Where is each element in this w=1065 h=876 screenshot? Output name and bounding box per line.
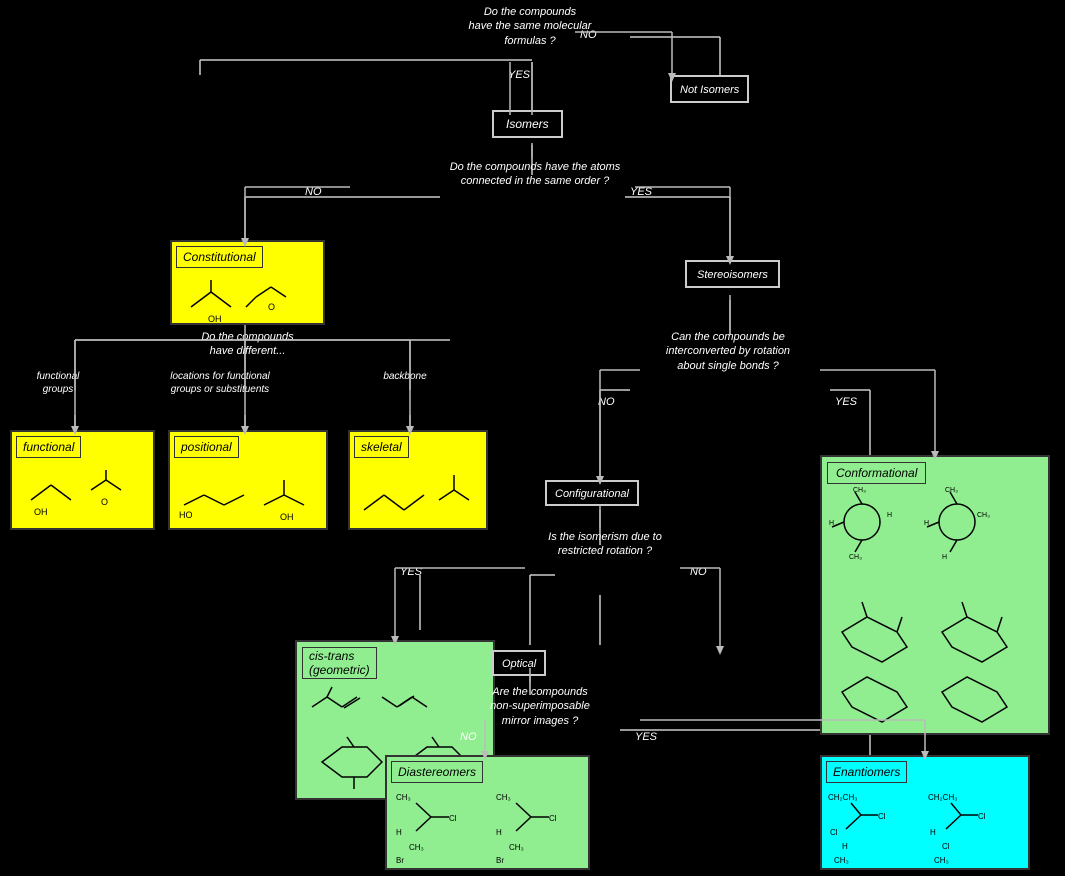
skeletal-card: skeletal <box>348 430 488 530</box>
question-4: Is the isomerism due to restricted rotat… <box>510 530 700 559</box>
no-label-q4: NO <box>690 565 707 579</box>
svg-text:CH₃: CH₃ <box>834 856 849 865</box>
svg-text:Br: Br <box>396 856 404 865</box>
functional-molecule: OH O <box>16 460 146 530</box>
svg-text:CH₃: CH₃ <box>853 487 866 494</box>
yes-label-q3: YES <box>835 395 857 409</box>
svg-text:CH₃: CH₃ <box>934 856 949 865</box>
svg-text:HO: HO <box>179 510 193 520</box>
no-label-q2: NO <box>305 185 322 199</box>
backbone-label: backbone <box>365 370 445 383</box>
svg-text:OH: OH <box>34 507 48 517</box>
enantiomers-molecule: CH₂CH₃ Cl Cl H CH₃ CH₂CH₃ Cl H Cl CH₃ <box>826 785 1024 867</box>
svg-text:H: H <box>842 842 848 851</box>
yes-label-q4: YES <box>400 565 422 579</box>
svg-text:CH₃: CH₃ <box>496 793 511 802</box>
constitutional-card: Constitutional OH O <box>170 240 325 325</box>
optical-box: Optical <box>492 650 546 676</box>
svg-text:H: H <box>942 554 947 561</box>
svg-text:Cl: Cl <box>449 814 457 823</box>
flowchart: Do the compounds have the same molecular… <box>0 0 1065 876</box>
functional-groups-label: functional groups <box>18 370 98 396</box>
svg-text:OH: OH <box>208 314 222 324</box>
svg-text:Cl: Cl <box>878 812 886 821</box>
svg-text:H: H <box>496 828 502 837</box>
constitutional-molecule: OH O <box>176 272 316 327</box>
not-isomers-box: Not Isomers <box>670 75 749 103</box>
svg-text:CH₃: CH₃ <box>977 512 990 519</box>
functional-card: functional OH O <box>10 430 155 530</box>
question-3: Can the compounds be interconverted by r… <box>628 330 828 373</box>
stereoisomers-box: Stereoisomers <box>685 260 780 288</box>
svg-text:Cl: Cl <box>978 812 986 821</box>
enantiomers-card: Enantiomers CH₂CH₃ Cl Cl H CH₃ CH₂CH₃ Cl… <box>820 755 1030 870</box>
yes-label-q2: YES <box>630 185 652 199</box>
no-label-q3: NO <box>598 395 615 409</box>
svg-text:H: H <box>930 828 936 837</box>
diastereomers-card: Diastereomers CH₃ Cl H CH₃ Br CH₃ Cl H C… <box>385 755 590 870</box>
svg-text:Br: Br <box>496 856 504 865</box>
svg-text:Cl: Cl <box>830 828 838 837</box>
svg-text:Cl: Cl <box>549 814 557 823</box>
svg-text:CH₂CH₃: CH₂CH₃ <box>828 793 857 802</box>
svg-text:H: H <box>396 828 402 837</box>
no-label-q1: NO <box>580 28 597 42</box>
yes-label-q5: YES <box>635 730 657 744</box>
svg-text:CH₃: CH₃ <box>409 843 424 852</box>
svg-text:CH₃: CH₃ <box>396 793 411 802</box>
svg-text:CH₂CH₃: CH₂CH₃ <box>928 793 957 802</box>
svg-text:O: O <box>101 497 108 507</box>
yes-label-q1: YES <box>508 68 530 82</box>
skeletal-molecule <box>354 460 482 530</box>
question-5: Are the compounds non-superimposable mir… <box>440 685 640 728</box>
svg-text:O: O <box>268 302 275 312</box>
no-label-q5: NO <box>460 730 477 744</box>
svg-text:CH₃: CH₃ <box>509 843 524 852</box>
locations-label: locations for functional groups or subst… <box>160 370 280 396</box>
svg-text:CH₃: CH₃ <box>945 487 958 494</box>
conformational-molecule: H CH₃ H CH₃ H CH₃ CH₃ H <box>827 487 1045 727</box>
isomers-box: Isomers <box>492 110 563 138</box>
positional-card: positional HO OH <box>168 430 328 530</box>
svg-text:CH₃: CH₃ <box>849 554 862 561</box>
svg-text:Cl: Cl <box>942 842 950 851</box>
svg-text:H: H <box>829 520 834 527</box>
configurational-box: Configurational <box>545 480 639 506</box>
different-question: Do the compounds have different... <box>155 330 340 359</box>
svg-text:H: H <box>924 520 929 527</box>
diastereomers-molecule: CH₃ Cl H CH₃ Br CH₃ Cl H CH₃ Br <box>391 785 586 867</box>
svg-text:OH: OH <box>280 512 294 522</box>
conformational-card: Conformational H CH₃ H CH₃ H CH₃ CH₃ H <box>820 455 1050 735</box>
positional-molecule: HO OH <box>174 460 322 530</box>
svg-text:H: H <box>887 512 892 519</box>
